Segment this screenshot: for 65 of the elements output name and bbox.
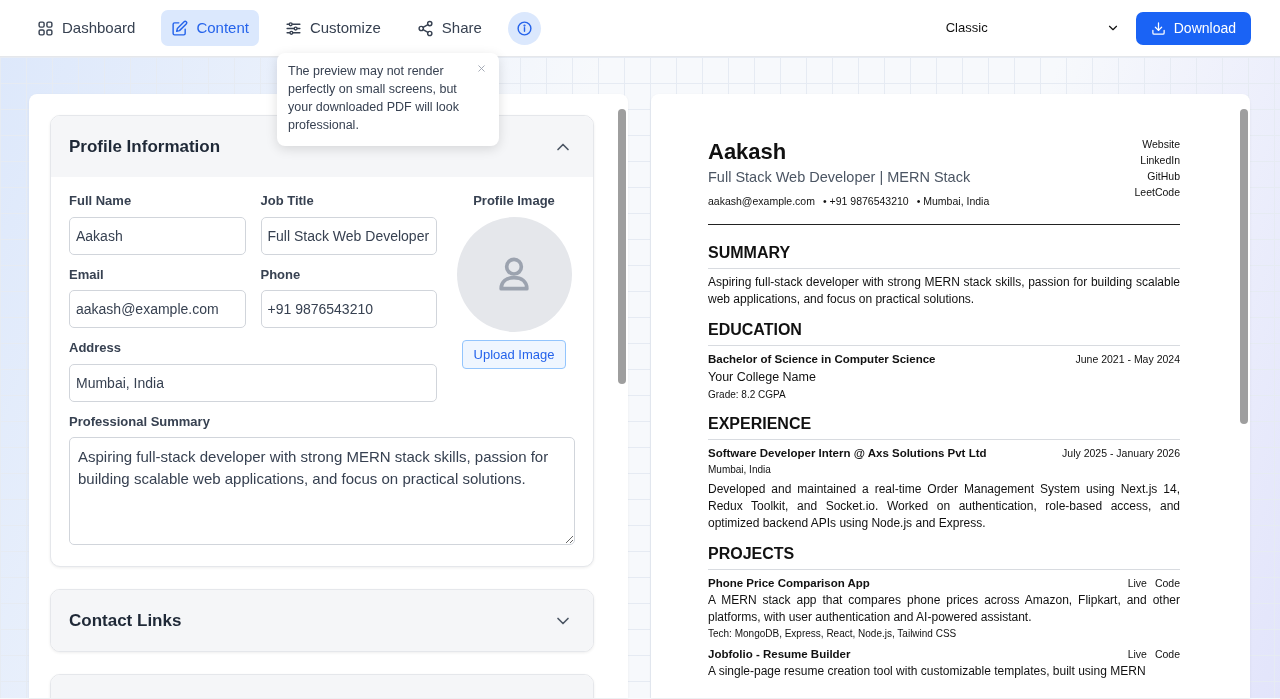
upload-button[interactable]: Upload Image <box>461 339 567 369</box>
date-range: June 2021 - May 2024 <box>1075 351 1180 367</box>
scrollbar-thumb[interactable] <box>618 109 626 384</box>
download-icon <box>1150 20 1166 36</box>
project-title: Phone Price Comparison App <box>708 575 870 591</box>
input-field[interactable]: aakash@example.com <box>69 290 246 328</box>
input-field[interactable]: Mumbai, India <box>69 363 437 402</box>
share-icon <box>416 19 434 37</box>
contact-item: • +91 9876543210 <box>822 193 909 209</box>
project-description: A MERN stack app that compares phone prices across Amazon, Flipkart, and other platforms, with user authentication and AI-powered assistant. <box>708 592 1180 627</box>
close-icon <box>476 63 487 74</box>
edit-icon <box>171 19 189 37</box>
section-title: Profile Information <box>69 135 221 158</box>
grade-text: Grade: 8.2 CGPA <box>708 387 787 402</box>
contact-item: aakash@example.com <box>708 193 815 209</box>
job-role: Software Developer Intern @ Axs Solutions Pvt Ltd <box>708 445 987 461</box>
nav-tab[interactable]: Content <box>161 10 259 46</box>
sliders-icon <box>284 19 302 37</box>
tech-stack: Tech: MongoDB, Express, React, Node.js, Tailwind CSS <box>708 627 958 642</box>
school-name: Your College Name <box>708 368 817 386</box>
resume-link[interactable]: GitHub <box>1134 168 1180 184</box>
job-description: Developed and maintained a real-time Order Management System using Next.js 14, Redux Toolkit, and Socket.io. Worked on authentication, role-based access, and optimized backend APIs using Node.js and Express. <box>708 480 1180 532</box>
resume-name: Aakash <box>708 140 788 165</box>
field-label: Address <box>69 339 123 357</box>
nav-tab[interactable]: Customize <box>274 10 391 46</box>
project-link[interactable]: Code <box>1154 647 1180 663</box>
project-description: A single-page resume creation tool with customizable templates, built using MERN <box>708 663 1147 681</box>
info-icon <box>515 19 533 37</box>
textarea-field[interactable]: Aspiring full-stack developer with strong MERN stack skills, passion for building scalable web applications, and focus on practical solutions. <box>69 437 575 545</box>
scrollbar-thumb[interactable] <box>1240 109 1248 424</box>
field-label: Full Name <box>69 192 133 210</box>
grid-icon <box>37 19 54 37</box>
field-label: Email <box>69 265 105 284</box>
field-label: Professional Summary <box>69 412 211 431</box>
resume-headline: Full Stack Web Developer | MERN Stack <box>708 168 972 188</box>
info-button[interactable] <box>507 11 541 45</box>
resume-link[interactable]: LinkedIn <box>1134 152 1180 168</box>
resume-link[interactable]: LeetCode <box>1134 184 1180 200</box>
nav-tab[interactable]: Dashboard <box>27 10 146 46</box>
section-heading: PROJECTS <box>708 541 1180 570</box>
close-button[interactable] <box>476 63 487 74</box>
project-link[interactable]: Live <box>1127 575 1147 592</box>
template-select[interactable]: Classic <box>939 18 1120 38</box>
input-field[interactable]: +91 9876543210 <box>260 290 437 328</box>
field-label: Phone <box>260 265 302 284</box>
nav-tab[interactable]: Share <box>406 10 492 46</box>
section-title: Contact Links <box>69 609 182 632</box>
degree-title: Bachelor of Science in Computer Science <box>708 351 936 367</box>
contact-item: • Mumbai, India <box>916 193 990 209</box>
project-title: Jobfolio - Resume Builder <box>708 647 851 663</box>
job-location: Mumbai, India <box>708 462 772 477</box>
resume-link[interactable]: Website <box>1134 136 1180 152</box>
input-field[interactable]: Full Stack Web Developer <box>260 216 437 255</box>
download-button[interactable]: Download <box>1135 11 1251 45</box>
project-link[interactable]: Live <box>1127 647 1147 663</box>
field-label: Job Title <box>260 192 315 210</box>
date-range: July 2025 - January 2026 <box>1062 445 1180 461</box>
project-link[interactable]: Code <box>1154 575 1180 592</box>
accordion-header[interactable]: Contact Links <box>51 590 593 651</box>
section-heading: EDUCATION <box>708 317 1180 346</box>
section-heading: SUMMARY <box>708 240 1180 269</box>
section-heading: EXPERIENCE <box>708 411 1180 440</box>
field-label: Profile Image <box>473 192 555 210</box>
input-field[interactable]: Aakash <box>69 216 246 255</box>
summary-text: Aspiring full-stack developer with strong MERN stack skills, passion for building scalable web applications, and focus on practical solutions. <box>708 273 1180 308</box>
